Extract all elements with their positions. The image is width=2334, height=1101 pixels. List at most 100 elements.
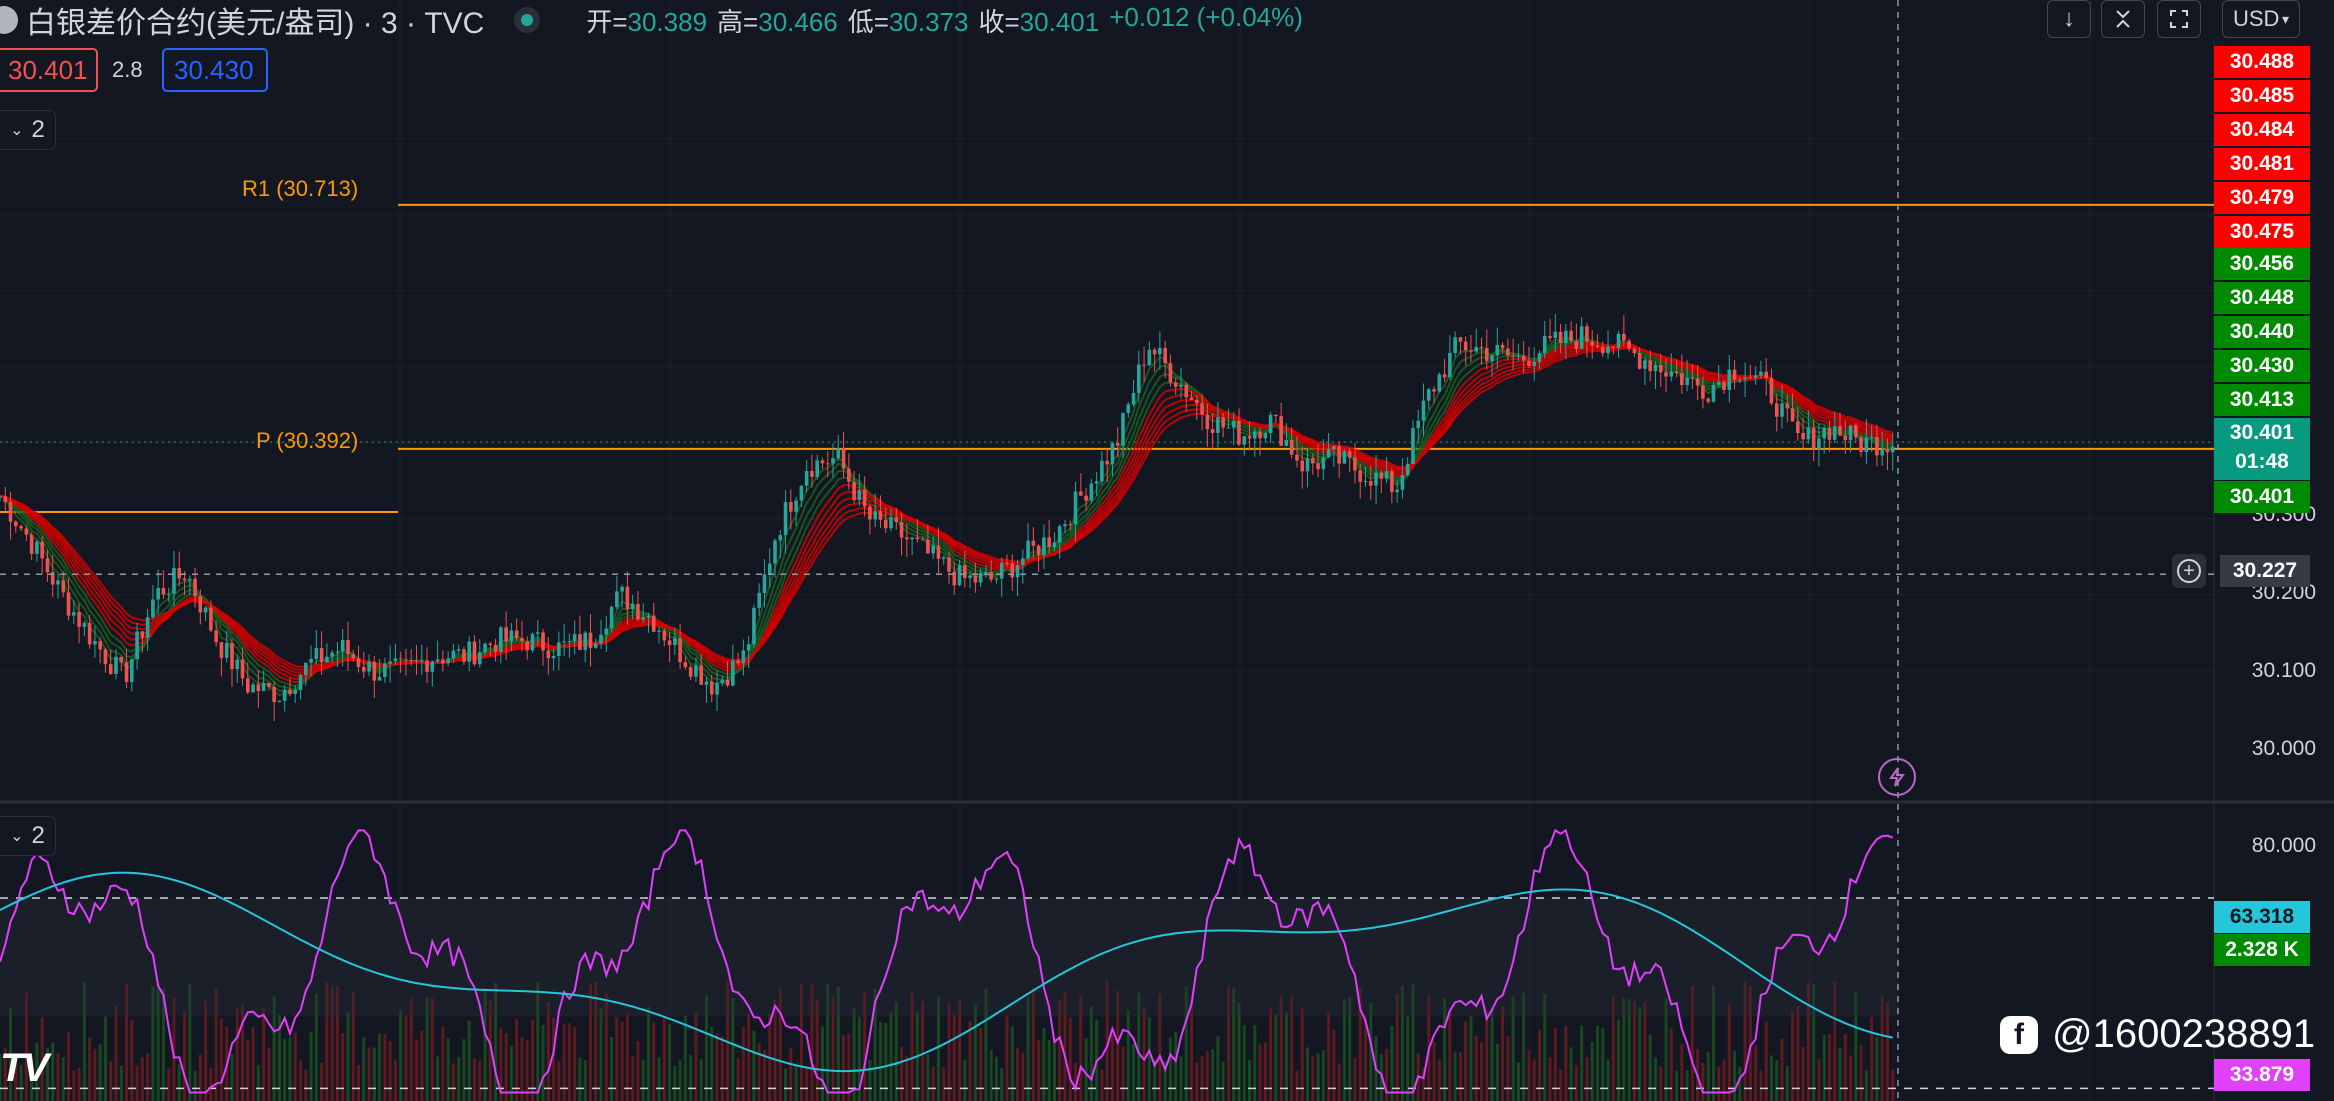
volume-bar [1532, 1059, 1536, 1101]
ema-ribbon [0, 334, 1893, 697]
candle-body [1727, 369, 1732, 390]
candle-body [398, 658, 403, 660]
candle-body [1658, 365, 1663, 373]
candle-body [87, 622, 92, 645]
candle-body [1332, 446, 1336, 450]
price-level-label: 30.430 [2214, 350, 2310, 382]
candle-body [1353, 457, 1357, 471]
candle-body [108, 664, 113, 674]
volume-bar [979, 1027, 983, 1101]
candle-body [947, 557, 951, 572]
candle-body [19, 526, 23, 529]
currency-select[interactable]: USD ▾ [2222, 0, 2300, 38]
candle-body [319, 648, 324, 663]
candle-body [767, 563, 772, 575]
candle-body [325, 656, 329, 663]
lightning-icon[interactable] [1878, 758, 1916, 796]
candle-body [1843, 435, 1848, 441]
pivot-r1-label: R1 (30.713) [242, 176, 359, 201]
candle-body [1600, 346, 1605, 354]
collapse-arrows-icon[interactable] [2101, 0, 2145, 38]
candle-body [1342, 451, 1347, 464]
volume-bar [56, 1053, 60, 1101]
candle-body [477, 652, 482, 665]
candle-body [1664, 372, 1668, 377]
candle-body [1010, 563, 1015, 578]
volume-bar [1801, 1047, 1805, 1101]
volume-bar [209, 1068, 213, 1101]
candle-body [1384, 471, 1389, 479]
candle-body [1796, 421, 1800, 434]
volume-bar [1047, 1039, 1051, 1101]
volume-bar [1675, 1070, 1679, 1101]
candle-body [24, 528, 29, 535]
candle-body [725, 679, 730, 686]
crosshair-price-label: 30.227 [2220, 555, 2310, 587]
candle-body [1437, 374, 1442, 392]
candle-body [1711, 384, 1716, 402]
candle-body [1537, 353, 1542, 362]
price-level-label: 30.448 [2214, 282, 2310, 314]
candle-body [172, 568, 176, 594]
candle-body [261, 682, 266, 692]
volume-bar [1859, 1045, 1863, 1101]
volume-bar [1669, 1028, 1673, 1101]
candle-body [662, 630, 667, 641]
candle-body [1005, 562, 1009, 564]
candle-body [499, 627, 503, 652]
candle-body [103, 649, 108, 665]
osc-indicators-toggle[interactable]: ⌄ 2 [0, 816, 56, 856]
candle-body [1142, 364, 1146, 366]
market-status-icon[interactable] [514, 7, 541, 33]
volume-bar [1569, 1047, 1573, 1101]
candle-body [1474, 346, 1479, 352]
volume-bar [1849, 1055, 1853, 1101]
bid-button[interactable]: 30.401 [0, 48, 98, 92]
volume-bar [1248, 1059, 1252, 1101]
candle-body [351, 654, 356, 659]
watermark-text: @1600238891 [2052, 1012, 2316, 1056]
indicator-count: 2 [31, 116, 45, 143]
candle-body [419, 660, 424, 662]
candle-body [1363, 481, 1368, 483]
open-value: 30.389 [627, 6, 708, 37]
chart-canvas[interactable] [0, 0, 2334, 1101]
candle-body [267, 682, 271, 687]
last-price: 30.401 [2229, 421, 2295, 444]
candle-body [625, 586, 630, 610]
symbol-title[interactable]: 白银差价合约(美元/盎司) · 3 · TVC [26, 0, 484, 42]
candle-body [1263, 433, 1268, 439]
volume-bar [852, 1008, 856, 1101]
candle-body [166, 593, 171, 595]
volume-bar [562, 1024, 566, 1101]
candle-body [330, 652, 334, 657]
candle-body [520, 638, 524, 642]
add-alert-button[interactable]: + [2172, 554, 2206, 588]
ask-button[interactable]: 30.430 [162, 48, 268, 92]
close-value: 30.401 [1019, 6, 1100, 37]
volume-bar [1464, 1021, 1468, 1101]
candle-body [1643, 360, 1647, 369]
arrow-down-icon[interactable]: ↓ [2047, 0, 2091, 38]
indicator-count: 2 [31, 822, 45, 849]
candle-body [989, 572, 993, 580]
candle-body [456, 649, 461, 651]
candle-body [794, 500, 798, 512]
volume-bar [441, 1026, 445, 1101]
volume-bar [367, 1047, 371, 1101]
volume-bar [1437, 1059, 1441, 1101]
candle-body [715, 683, 719, 695]
candle-body [414, 660, 419, 662]
fullscreen-icon[interactable] [2157, 0, 2201, 38]
tradingview-logo[interactable]: TV [0, 1046, 49, 1091]
volume-bar [103, 1016, 107, 1101]
candle-body [1284, 439, 1289, 446]
candle-body [1052, 542, 1057, 548]
candle-body [541, 632, 545, 651]
price-level-label: 30.481 [2214, 148, 2310, 180]
candle-body [245, 678, 250, 693]
candle-body [847, 468, 851, 482]
candle-body [335, 651, 340, 653]
main-indicators-toggle[interactable]: ⌄ 2 [0, 110, 56, 150]
volume-bar [557, 1060, 561, 1101]
